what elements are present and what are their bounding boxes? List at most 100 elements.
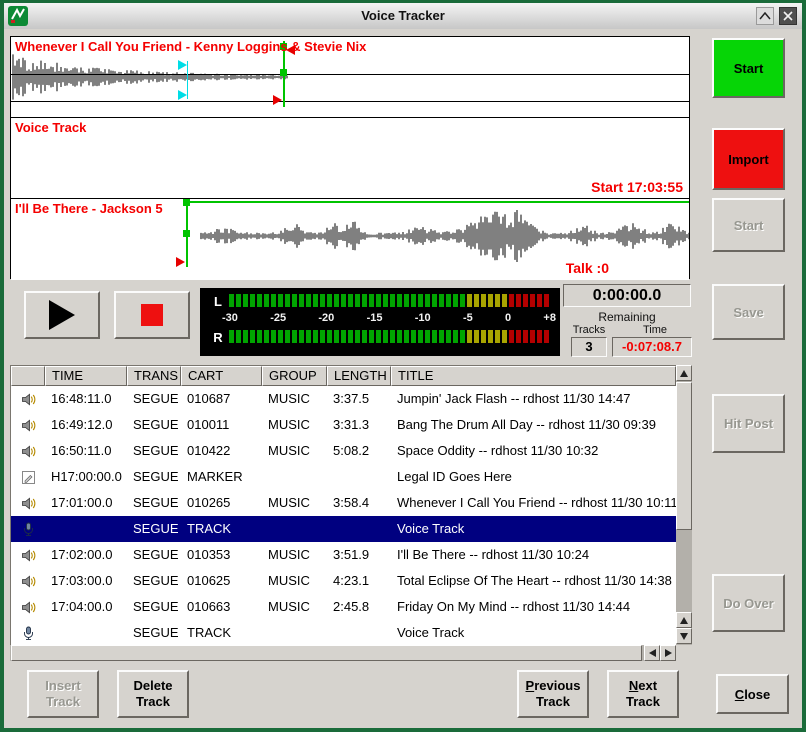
waveform-display: Whenever I Call You Friend - Kenny Loggi… xyxy=(10,36,690,279)
horizontal-scroll-thumb[interactable] xyxy=(11,645,642,661)
stop-button[interactable] xyxy=(114,291,190,339)
start-track1-button[interactable]: Start xyxy=(712,38,785,98)
log-table-header: TIMETRANSCARTGROUPLENGTHTITLE xyxy=(11,366,676,386)
cell-cart: 010625 xyxy=(181,568,262,594)
post-marker-line[interactable] xyxy=(186,201,689,203)
scrollbar-corner xyxy=(676,645,692,661)
previous-track-title: Whenever I Call You Friend - Kenny Loggi… xyxy=(15,39,366,54)
cell-cart: 010265 xyxy=(181,490,262,516)
delete-track-button[interactable]: DeleteTrack xyxy=(117,670,189,718)
speaker-icon xyxy=(11,594,45,620)
scroll-up-button-2[interactable] xyxy=(676,612,692,628)
talk-marker-line[interactable] xyxy=(187,61,188,99)
titlebar[interactable]: Voice Tracker xyxy=(4,3,802,29)
log-row[interactable]: 16:50:11.0SEGUE010422MUSIC5:08.2Space Od… xyxy=(11,438,676,464)
hit-post-button[interactable]: Hit Post xyxy=(712,394,785,453)
log-row[interactable]: SEGUETRACKVoice Track xyxy=(11,516,676,542)
play-button[interactable] xyxy=(24,291,100,339)
cell-length: 2:45.8 xyxy=(327,594,391,620)
column-header-group[interactable]: GROUP xyxy=(262,366,327,386)
waveform-panel-next-track[interactable]: I'll Be There - Jackson 5 Talk :0 xyxy=(11,199,689,280)
start-pointer-icon[interactable] xyxy=(273,95,282,105)
column-header-length[interactable]: LENGTH xyxy=(327,366,391,386)
waveform-panel-previous-track[interactable]: Whenever I Call You Friend - Kenny Loggi… xyxy=(11,37,689,118)
next-track-button[interactable]: NextTrack xyxy=(607,670,679,718)
arrow-up-icon xyxy=(680,370,688,377)
start-time-label: Start 17:03:55 xyxy=(591,179,683,195)
cell-time: 17:03:00.0 xyxy=(45,568,127,594)
insert-track-button[interactable]: InsertTrack xyxy=(27,670,99,718)
scroll-up-button[interactable] xyxy=(676,365,692,381)
remaining-time-label: Time xyxy=(620,324,690,336)
log-row[interactable]: 16:49:12.0SEGUE010011MUSIC3:31.3Bang The… xyxy=(11,412,676,438)
track-boundary-line xyxy=(11,101,689,102)
meter-right-label: R xyxy=(210,330,226,345)
cell-trans: SEGUE xyxy=(127,386,181,412)
column-header-time[interactable]: TIME xyxy=(45,366,127,386)
segue-marker-handle[interactable] xyxy=(183,199,190,206)
scroll-down-button[interactable] xyxy=(676,628,692,644)
close-icon[interactable] xyxy=(779,7,797,25)
arrow-right-icon xyxy=(665,649,672,657)
talk-marker-icon[interactable] xyxy=(178,90,187,100)
log-row[interactable]: SEGUETRACKVoice Track xyxy=(11,620,676,646)
cell-time: 16:50:11.0 xyxy=(45,438,127,464)
vertical-scrollbar[interactable] xyxy=(676,365,692,645)
scroll-left-button[interactable] xyxy=(644,645,660,661)
column-header-icon[interactable] xyxy=(11,366,45,386)
cell-group xyxy=(262,516,327,542)
log-row[interactable]: 17:02:00.0SEGUE010353MUSIC3:51.9I'll Be … xyxy=(11,542,676,568)
cell-group: MUSIC xyxy=(262,412,327,438)
import-button[interactable]: Import xyxy=(712,128,785,190)
cell-cart: 010353 xyxy=(181,542,262,568)
log-row[interactable]: H17:00:00.0SEGUEMARKERLegal ID Goes Here xyxy=(11,464,676,490)
remaining-time-value: -0:07:08.7 xyxy=(612,337,692,357)
talk-marker-icon[interactable] xyxy=(178,60,187,70)
cell-trans: SEGUE xyxy=(127,412,181,438)
do-over-button[interactable]: Do Over xyxy=(712,574,785,632)
log-row[interactable]: 17:01:00.0SEGUE010265MUSIC3:58.4Whenever… xyxy=(11,490,676,516)
save-button[interactable]: Save xyxy=(712,284,785,340)
cell-title: Legal ID Goes Here xyxy=(391,464,676,490)
cell-trans: SEGUE xyxy=(127,438,181,464)
cell-length: 4:23.1 xyxy=(327,568,391,594)
vertical-scroll-thumb[interactable] xyxy=(676,382,692,530)
segue-marker-handle[interactable] xyxy=(183,230,190,237)
start-pointer-icon[interactable] xyxy=(176,257,185,267)
mic-icon xyxy=(11,516,45,542)
cell-title: Jumpin' Jack Flash -- rdhost 11/30 14:47 xyxy=(391,386,676,412)
speaker-icon xyxy=(11,490,45,516)
start-track2-button[interactable]: Start xyxy=(712,198,785,252)
log-row[interactable]: 17:04:00.0SEGUE010663MUSIC2:45.8Friday O… xyxy=(11,594,676,620)
cell-length xyxy=(327,620,391,646)
waveform-panel-voice-track[interactable]: Voice Track Start 17:03:55 xyxy=(11,118,689,199)
cell-cart: 010663 xyxy=(181,594,262,620)
cell-length: 3:37.5 xyxy=(327,386,391,412)
scroll-right-button[interactable] xyxy=(660,645,676,661)
cell-group xyxy=(262,620,327,646)
log-row[interactable]: 16:48:11.0SEGUE010687MUSIC3:37.5Jumpin' … xyxy=(11,386,676,412)
log-row[interactable]: 17:03:00.0SEGUE010625MUSIC4:23.1Total Ec… xyxy=(11,568,676,594)
column-header-trans[interactable]: TRANS xyxy=(127,366,181,386)
window-title: Voice Tracker xyxy=(4,3,802,29)
column-header-cart[interactable]: CART xyxy=(181,366,262,386)
speaker-icon xyxy=(11,542,45,568)
close-button[interactable]: Close xyxy=(716,674,789,714)
segue-marker-handle[interactable] xyxy=(280,69,287,76)
cell-trans: SEGUE xyxy=(127,516,181,542)
meter-scale-label: -5 xyxy=(463,312,473,324)
cell-time xyxy=(45,516,127,542)
mic-icon xyxy=(11,620,45,646)
remaining-tracks-value: 3 xyxy=(571,337,607,357)
speaker-icon xyxy=(11,412,45,438)
previous-track-button[interactable]: PreviousTrack xyxy=(517,670,589,718)
shade-icon[interactable] xyxy=(756,7,774,25)
meter-scale-label: -10 xyxy=(415,312,431,324)
cell-group xyxy=(262,464,327,490)
column-header-title[interactable]: TITLE xyxy=(391,366,676,386)
cell-group: MUSIC xyxy=(262,386,327,412)
cell-title: Space Oddity -- rdhost 11/30 10:32 xyxy=(391,438,676,464)
cell-time: H17:00:00.0 xyxy=(45,464,127,490)
horizontal-scrollbar[interactable] xyxy=(10,645,676,661)
cell-length xyxy=(327,516,391,542)
